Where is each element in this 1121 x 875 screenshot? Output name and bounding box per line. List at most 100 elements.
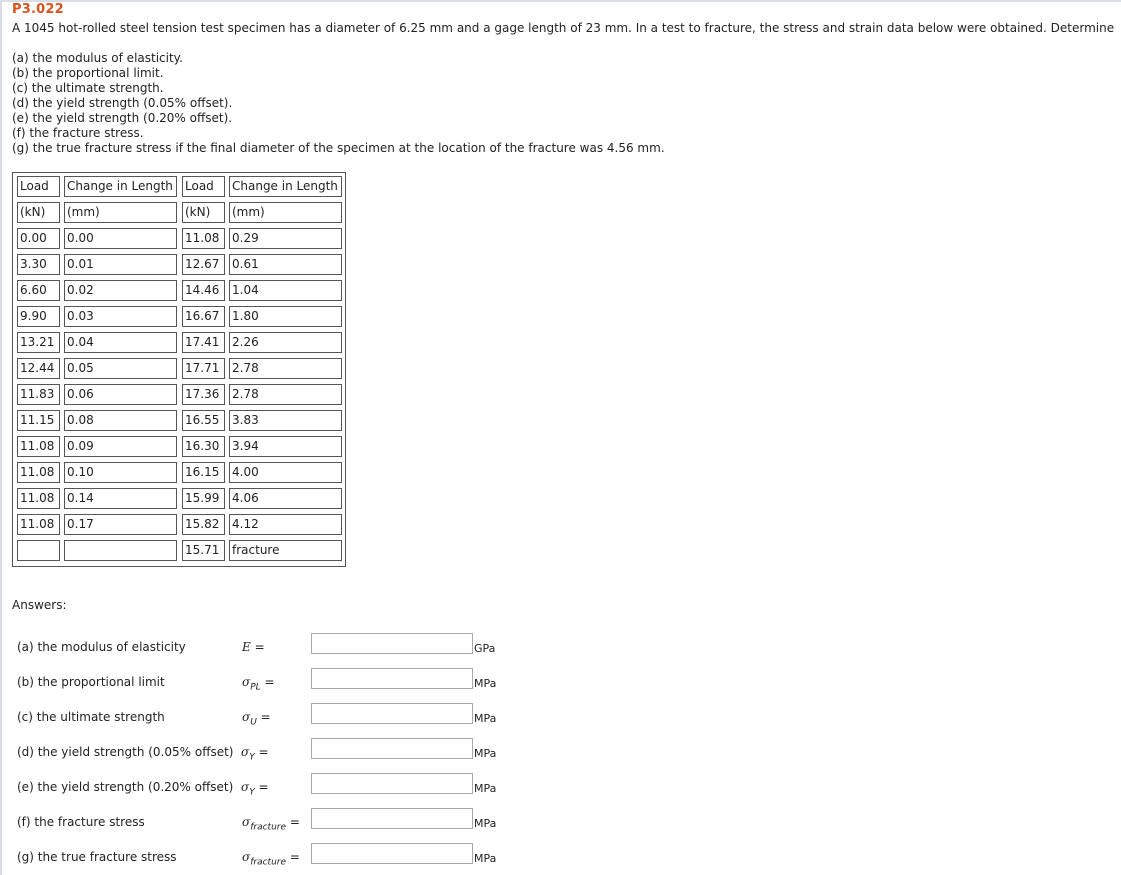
table-cell: 11.08 [17, 462, 60, 483]
part-e: (e) the yield strength (0.20% offset). [12, 111, 233, 125]
table-cell: 9.90 [17, 306, 60, 327]
answer-unit: MPa [474, 817, 497, 830]
answer-question-label: (b) the proportional limit [17, 675, 165, 689]
table-unit-cell: (kN) [17, 202, 60, 223]
answer-row: (b) the proportional limit σPL = MPa [0, 668, 520, 699]
load-elongation-table: Load Change in Length Load Change in Length… [12, 172, 346, 567]
answer-question-label: (a) the modulus of elasticity [17, 640, 186, 654]
table-cell: 11.15 [17, 410, 60, 431]
table-cell: 12.44 [17, 358, 60, 379]
answer-input[interactable] [311, 773, 473, 794]
symbol-main: σ [241, 745, 250, 759]
part-f: (f) the fracture stress. [12, 126, 144, 140]
equals-sign: = [256, 710, 271, 724]
table-cell: 0.00 [17, 228, 60, 249]
table-cell: 14.46 [182, 280, 225, 301]
answer-unit: MPa [474, 747, 497, 760]
table-cell: 4.00 [229, 462, 342, 483]
answer-unit: MPa [474, 677, 497, 690]
table-cell: 16.55 [182, 410, 225, 431]
table-cell: 17.36 [182, 384, 225, 405]
part-g: (g) the true fracture stress if the fina… [12, 141, 665, 155]
answer-row: (c) the ultimate strength σU = MPa [0, 703, 520, 734]
table-cell: 0.10 [64, 462, 177, 483]
symbol-main: σ [242, 710, 251, 724]
table-cell: fracture [229, 540, 342, 561]
table-cell: 2.26 [229, 332, 342, 353]
table-cell: 4.06 [229, 488, 342, 509]
answer-row: (e) the yield strength (0.20% offset) σY … [0, 773, 520, 804]
answer-row: (a) the modulus of elasticity E = GPa [0, 633, 520, 664]
part-c: (c) the ultimate strength. [12, 81, 164, 95]
answer-input[interactable] [311, 843, 473, 864]
table-header-cell: Change in Length [64, 176, 177, 197]
problem-statement: A 1045 hot-rolled steel tension test spe… [12, 21, 1115, 35]
table-unit-cell: (kN) [182, 202, 225, 223]
answer-input[interactable] [311, 633, 473, 654]
answer-input[interactable] [311, 738, 473, 759]
table-cell: 0.08 [64, 410, 177, 431]
table-header-cell: Load [182, 176, 225, 197]
table-cell: 12.67 [182, 254, 225, 275]
equals-sign: = [286, 850, 300, 864]
equals-sign: = [254, 780, 269, 794]
table-cell: 0.02 [64, 280, 177, 301]
answer-unit: MPa [474, 712, 497, 725]
table-cell [17, 540, 60, 561]
answer-question-label: (c) the ultimate strength [17, 710, 165, 724]
table-cell: 0.17 [64, 514, 177, 535]
answers-label: Answers: [12, 598, 67, 612]
answer-question-label: (e) the yield strength (0.20% offset) [17, 780, 234, 794]
answer-input[interactable] [311, 668, 473, 689]
equals-sign: = [260, 675, 275, 689]
table-unit-cell: (mm) [229, 202, 342, 223]
equals-sign: = [250, 640, 265, 654]
symbol-main: σ [242, 675, 251, 689]
answer-symbol: σU = [242, 710, 271, 727]
table-cell: 16.15 [182, 462, 225, 483]
table-cell: 15.82 [182, 514, 225, 535]
table-cell: 16.30 [182, 436, 225, 457]
table-cell: 1.80 [229, 306, 342, 327]
table-cell: 17.71 [182, 358, 225, 379]
answer-symbol: σY = [241, 745, 269, 762]
table-cell: 0.14 [64, 488, 177, 509]
equals-sign: = [254, 745, 269, 759]
table-cell: 0.29 [229, 228, 342, 249]
answer-symbol: σY = [241, 780, 269, 797]
table-cell: 11.08 [17, 514, 60, 535]
table-cell: 0.05 [64, 358, 177, 379]
table-cell: 0.00 [64, 228, 177, 249]
answer-input[interactable] [311, 703, 473, 724]
table-cell: 11.08 [182, 228, 225, 249]
symbol-subscript: fracture [250, 857, 287, 868]
part-d: (d) the yield strength (0.05% offset). [12, 96, 233, 110]
answer-symbol: σfracture = [242, 850, 300, 867]
part-a: (a) the modulus of elasticity. [12, 51, 183, 65]
answer-row: (d) the yield strength (0.05% offset) σY … [0, 738, 520, 769]
table-cell: 16.67 [182, 306, 225, 327]
symbol-main: σ [242, 815, 251, 829]
table-cell: 15.99 [182, 488, 225, 509]
table-cell [64, 540, 177, 561]
answer-unit: MPa [474, 852, 497, 865]
answer-unit: MPa [474, 782, 497, 795]
answer-input[interactable] [311, 808, 473, 829]
table-cell: 0.09 [64, 436, 177, 457]
table-cell: 0.06 [64, 384, 177, 405]
table-cell: 0.61 [229, 254, 342, 275]
table-cell: 0.04 [64, 332, 177, 353]
table-cell: 3.94 [229, 436, 342, 457]
symbol-main: σ [242, 850, 251, 864]
answer-symbol: E = [242, 640, 265, 654]
table-cell: 0.01 [64, 254, 177, 275]
table-cell: 1.04 [229, 280, 342, 301]
answer-question-label: (d) the yield strength (0.05% offset) [17, 745, 234, 759]
table-cell: 11.83 [17, 384, 60, 405]
answer-unit: GPa [474, 642, 496, 655]
answer-symbol: σPL = [242, 675, 275, 692]
symbol-subscript: PL [250, 682, 261, 693]
problem-parts-list: (a) the modulus of elasticity. (b) the p… [12, 51, 665, 156]
table-cell: 2.78 [229, 358, 342, 379]
symbol-subscript: fracture [250, 822, 287, 833]
